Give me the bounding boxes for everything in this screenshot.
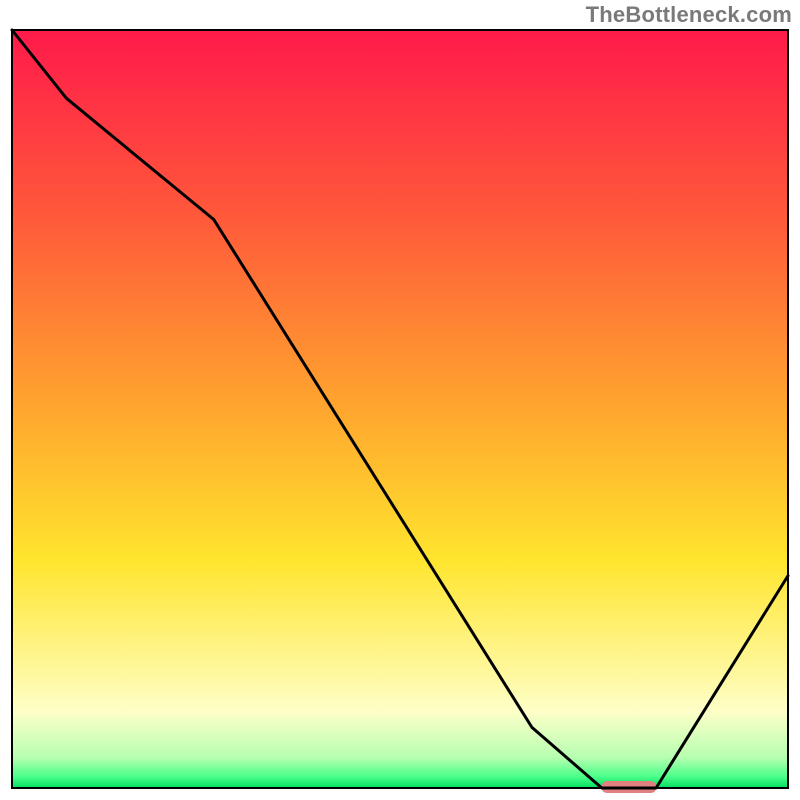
chart-root: TheBottleneck.com [0,0,800,800]
plot-background [12,30,788,788]
watermark-text: TheBottleneck.com [586,2,792,28]
chart-plot [0,0,800,800]
